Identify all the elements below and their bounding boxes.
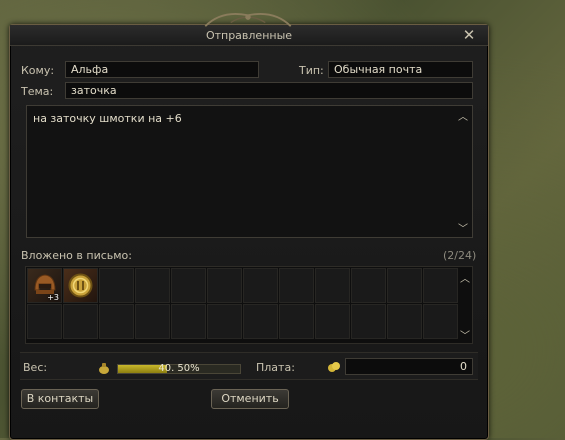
attachment-slot[interactable]: [171, 268, 206, 303]
attachment-slot[interactable]: [207, 268, 242, 303]
type-field[interactable]: Обычная почта: [328, 61, 473, 78]
attachment-slot[interactable]: [243, 268, 278, 303]
attachment-slot[interactable]: +3: [27, 268, 62, 303]
coin-item-icon: [68, 273, 93, 298]
attachment-slot[interactable]: [207, 304, 242, 339]
attachment-slot[interactable]: [423, 304, 458, 339]
attachment-slot[interactable]: [279, 304, 314, 339]
close-icon[interactable]: ✕: [460, 26, 478, 44]
attachment-slot[interactable]: [387, 304, 422, 339]
grid-scroll-down-icon[interactable]: ﹀: [459, 327, 471, 342]
adena-coins-icon: [328, 362, 340, 372]
message-body[interactable]: на заточку шмотки на +6 ︿ ﹀: [26, 105, 473, 238]
weight-bag-icon: [99, 363, 109, 374]
contacts-button[interactable]: В контакты: [21, 389, 99, 409]
weight-label: Вес:: [23, 361, 48, 374]
to-label: Кому:: [21, 64, 55, 77]
grid-scroll-up-icon[interactable]: ︿: [459, 270, 471, 285]
mail-window: Отправленные ✕ Кому: Альфа Тип: Обычная …: [9, 24, 489, 440]
to-field[interactable]: Альфа: [65, 61, 259, 78]
item-enchant-level: +3: [47, 293, 59, 302]
attachment-slot[interactable]: [63, 268, 98, 303]
attachments-label: Вложено в письмо:: [21, 249, 132, 262]
titlebar[interactable]: Отправленные ✕: [10, 25, 488, 46]
attachment-slot[interactable]: [27, 304, 62, 339]
attachment-slot[interactable]: [315, 304, 350, 339]
fee-label: Плата:: [256, 361, 295, 374]
attachment-slot[interactable]: [351, 268, 386, 303]
attachment-slot[interactable]: [423, 268, 458, 303]
subject-field[interactable]: заточка: [65, 82, 473, 99]
window-title: Отправленные: [205, 29, 293, 42]
attachment-slot[interactable]: [135, 304, 170, 339]
attachment-slot[interactable]: [387, 268, 422, 303]
type-label: Тип:: [299, 64, 324, 77]
attachment-slot[interactable]: [99, 268, 134, 303]
scroll-up-icon[interactable]: ︿: [457, 108, 469, 123]
attachment-slot[interactable]: [99, 304, 134, 339]
weight-text: 40. 50%: [158, 363, 200, 374]
attachment-slot[interactable]: [135, 268, 170, 303]
message-body-text: на заточку шмотки на +6: [33, 112, 182, 125]
window-crest-ornament: [204, 13, 292, 27]
attachment-slot[interactable]: [315, 268, 350, 303]
weight-bar: 40. 50%: [117, 363, 241, 374]
scroll-down-icon[interactable]: ﹀: [457, 220, 469, 235]
attachment-slot[interactable]: [243, 304, 278, 339]
attachment-slot[interactable]: [171, 304, 206, 339]
attachment-grid: +3 ︿ ﹀: [25, 266, 473, 344]
attachments-count: (2/24): [443, 249, 477, 262]
fee-field[interactable]: 0: [345, 358, 473, 375]
attachment-slot[interactable]: [351, 304, 386, 339]
cancel-button[interactable]: Отменить: [211, 389, 289, 409]
subject-label: Тема:: [21, 85, 54, 98]
attachment-slot[interactable]: [63, 304, 98, 339]
attachment-slot[interactable]: [279, 268, 314, 303]
